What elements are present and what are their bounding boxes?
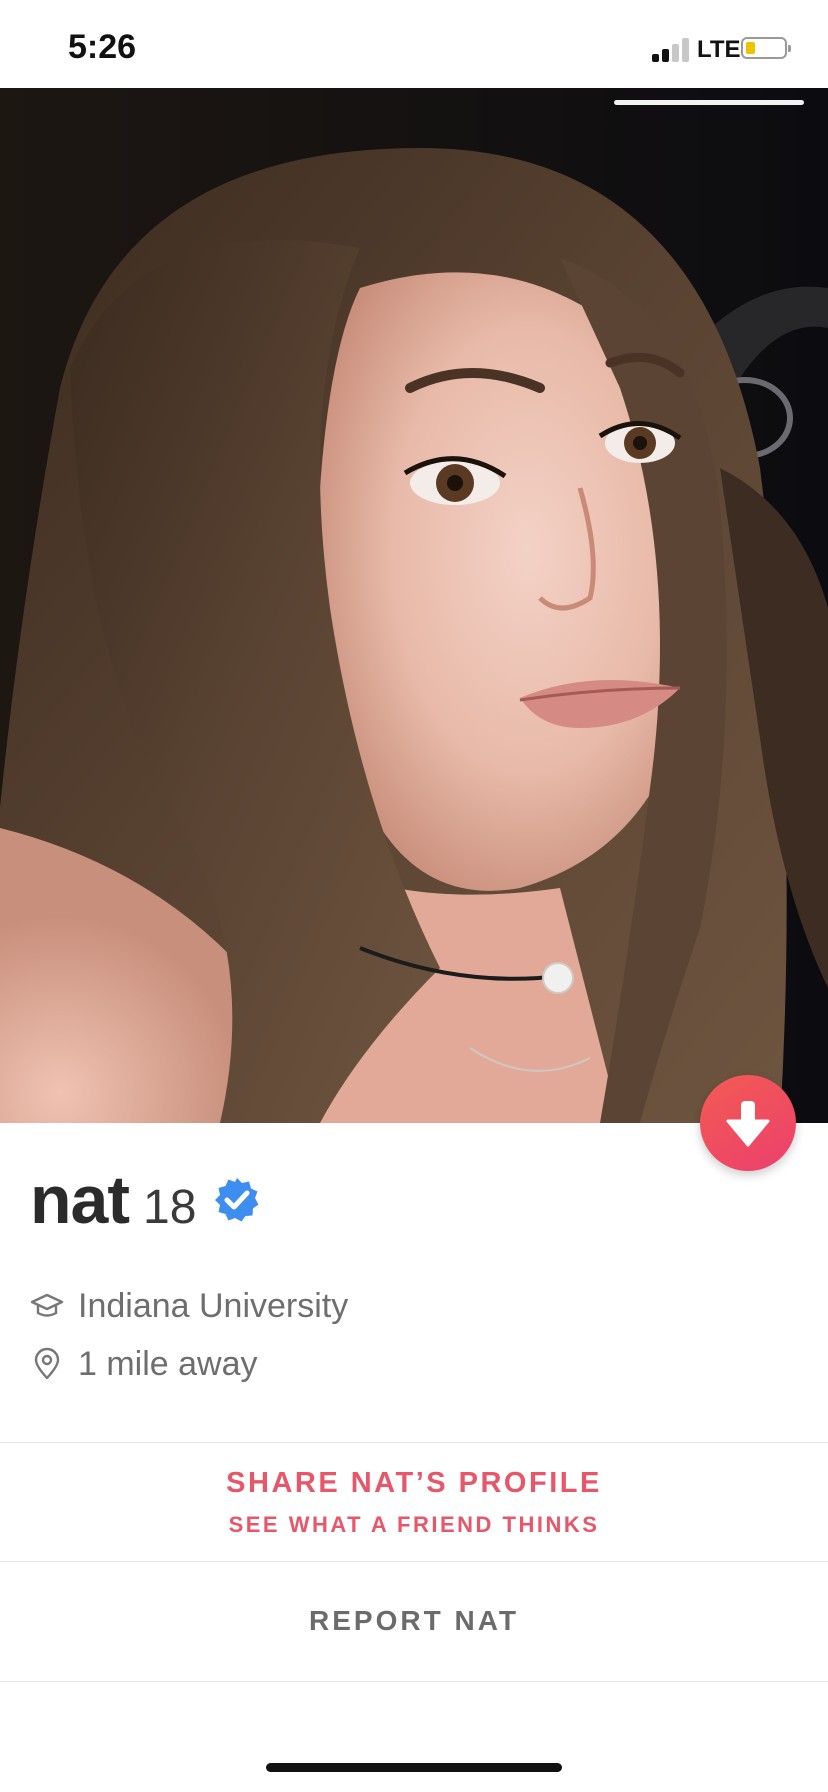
status-time: 5:26 — [68, 28, 137, 66]
photo-progress-bar — [614, 100, 804, 105]
signal-icon — [652, 38, 690, 62]
share-profile-subtitle[interactable]: SEE WHAT A FRIEND THINKS — [0, 1512, 828, 1538]
profile-name: nat — [30, 1162, 130, 1238]
network-label: LTE — [697, 36, 741, 63]
graduation-cap-icon — [30, 1293, 64, 1317]
profile-photo-image — [0, 88, 828, 1123]
profile-age: 18 — [143, 1181, 197, 1234]
distance-text: 1 mile away — [78, 1344, 258, 1383]
share-profile-button[interactable]: SHARE NAT’S PROFILE — [0, 1467, 828, 1500]
divider — [0, 1561, 828, 1562]
distance-row: 1 mile away — [30, 1342, 258, 1386]
arrow-down-icon — [726, 1101, 770, 1147]
report-button[interactable]: REPORT NAT — [0, 1605, 828, 1637]
divider — [0, 1442, 828, 1443]
collapse-profile-button[interactable] — [700, 1075, 796, 1171]
battery-icon — [741, 37, 791, 59]
verified-badge-icon — [215, 1178, 259, 1222]
divider — [0, 1681, 828, 1682]
name-row: nat 18 — [30, 1161, 196, 1239]
status-bar: 5:26 LTE — [0, 0, 828, 88]
profile-photo[interactable] — [0, 88, 828, 1123]
school-row: Indiana University — [30, 1284, 348, 1328]
school-text: Indiana University — [78, 1286, 349, 1325]
home-indicator[interactable] — [266, 1763, 562, 1772]
location-pin-icon — [34, 1347, 60, 1380]
